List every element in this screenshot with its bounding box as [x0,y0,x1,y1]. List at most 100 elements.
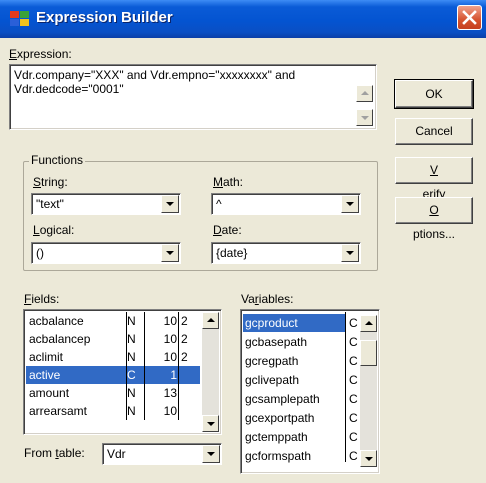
fields-cell-type: N [127,404,136,418]
date-label: Date: [213,223,242,237]
logical-dropdown-button[interactable] [161,244,179,262]
fields-cell-dec: 2 [181,332,188,346]
variable-name: gcregpath [245,354,299,368]
variable-type: C [349,316,358,330]
verify-button[interactable]: Verify [395,157,473,201]
fields-cell-len: 10 [163,404,177,418]
chevron-down-icon [166,202,174,206]
functions-title: Functions [29,153,86,167]
variable-type: C [349,392,358,406]
variables-column-divider [345,312,346,462]
options-button[interactable]: Options... [395,197,473,241]
app-icon [10,11,29,26]
variables-label: Variables: [241,292,294,306]
date-dropdown-button[interactable] [341,244,359,262]
fields-row[interactable]: aclimit N 10 2 [26,348,200,366]
variable-type: C [349,449,358,463]
window-title: Expression Builder [36,9,173,26]
arrow-up-icon [207,318,215,322]
fields-row[interactable]: acbalancep N 10 2 [26,330,200,348]
expression-builder-window: Expression Builder Expression: Vdr.compa… [0,0,486,483]
cancel-button[interactable]: Cancel [395,118,473,145]
math-dropdown-button[interactable] [341,195,359,213]
expression-textarea[interactable]: Vdr.company="XXX" and Vdr.empno="xxxxxxx… [9,64,377,130]
fields-cell-len: 10 [163,332,177,346]
variable-name: gctemppath [245,430,308,444]
expression-scroll-up-button[interactable] [356,85,373,102]
variables-list[interactable]: gcproduct Cgcbasepath Cgcregpath Cgclivepat… [240,309,380,474]
ok-button[interactable]: OK [394,79,474,109]
fields-cell-dec [181,402,201,420]
logical-select[interactable]: () [31,242,181,264]
fields-scroll-up-button[interactable] [202,312,219,329]
variables-scrollbar-track[interactable] [360,332,377,450]
variables-row[interactable]: gcbasepath C [243,333,359,351]
fields-column-divider [126,312,127,420]
chevron-down-icon [346,202,354,206]
string-dropdown-button[interactable] [161,195,179,213]
variables-scroll-down-button[interactable] [360,450,377,467]
fields-cell-type: C [127,368,136,382]
date-value: {date} [216,246,248,260]
math-value: ^ [216,197,222,211]
variable-type: C [349,354,358,368]
fields-cell-dec: 2 [181,314,188,328]
fields-cell-name: aclimit [29,350,64,364]
logical-value: () [36,246,44,260]
variable-type: C [349,430,358,444]
variable-type: C [349,411,358,425]
fields-cell-name: arrearsamt [29,404,88,418]
variables-row[interactable]: gcsamplepath C [243,390,359,408]
title-bar[interactable]: Expression Builder [0,0,486,38]
variable-name: gcbasepath [245,335,308,349]
fields-cell-len: 10 [163,350,177,364]
math-select[interactable]: ^ [211,193,361,215]
fields-row[interactable]: amount N 13 [26,384,200,402]
from-table-select[interactable]: Vdr [102,443,222,465]
fields-cell-len: 1 [170,368,177,382]
fields-scroll-down-button[interactable] [202,415,219,432]
date-select[interactable]: {date} [211,242,361,264]
expression-text: Vdr.company="XXX" and Vdr.empno="xxxxxxx… [14,68,296,96]
fields-cell-dec [181,366,201,384]
arrow-up-icon [365,321,373,325]
cancel-button-label: Cancel [415,124,453,138]
variables-row[interactable]: gcregpath C [243,352,359,370]
variables-row[interactable]: gcexportpath C [243,409,359,427]
variable-name: gcsamplepath [245,392,320,406]
arrow-down-icon [207,422,215,426]
close-button[interactable] [457,5,482,30]
variable-name: gcexportpath [245,411,315,425]
fields-row[interactable]: acbalance N 10 2 [26,312,200,330]
fields-list[interactable]: acbalance N 10 2 acbalancep N 10 2 aclimit N 10 2 ac… [23,309,222,435]
fields-cell-type: N [127,350,136,364]
variables-scroll-up-button[interactable] [360,315,377,332]
close-icon [462,10,477,25]
variables-scrollbar-thumb[interactable] [360,340,377,366]
expression-label-rest: xpression: [17,47,72,61]
fields-cell-len: 10 [163,314,177,328]
variables-row[interactable]: gctemppath C [243,428,359,446]
variables-row[interactable]: gcproduct C [243,314,359,332]
arrow-down-icon [365,457,373,461]
options-button-label: Options... [412,203,456,241]
expression-scroll-down-button[interactable] [356,109,373,126]
chevron-down-icon [166,251,174,255]
string-select[interactable]: "text" [31,193,181,215]
fields-label: Fields: [24,292,60,306]
fields-scrollbar-track[interactable] [202,329,219,415]
fields-cell-len: 13 [163,386,177,400]
logical-label: Logical: [33,223,75,237]
fields-row[interactable]: arrearsamt N 10 [26,402,200,420]
expression-label: Expression: [9,47,72,61]
from-table-label: From table: [24,446,85,460]
chevron-down-icon [207,452,215,456]
variables-row[interactable]: gclivepath C [243,371,359,389]
from-table-dropdown-button[interactable] [202,445,220,463]
ok-button-label: OK [425,87,443,101]
variables-row[interactable]: gcformspath C [243,447,359,465]
chevron-down-icon [346,251,354,255]
variable-type: C [349,373,358,387]
fields-cell-dec: 2 [181,350,188,364]
fields-row[interactable]: active C 1 [26,366,200,384]
